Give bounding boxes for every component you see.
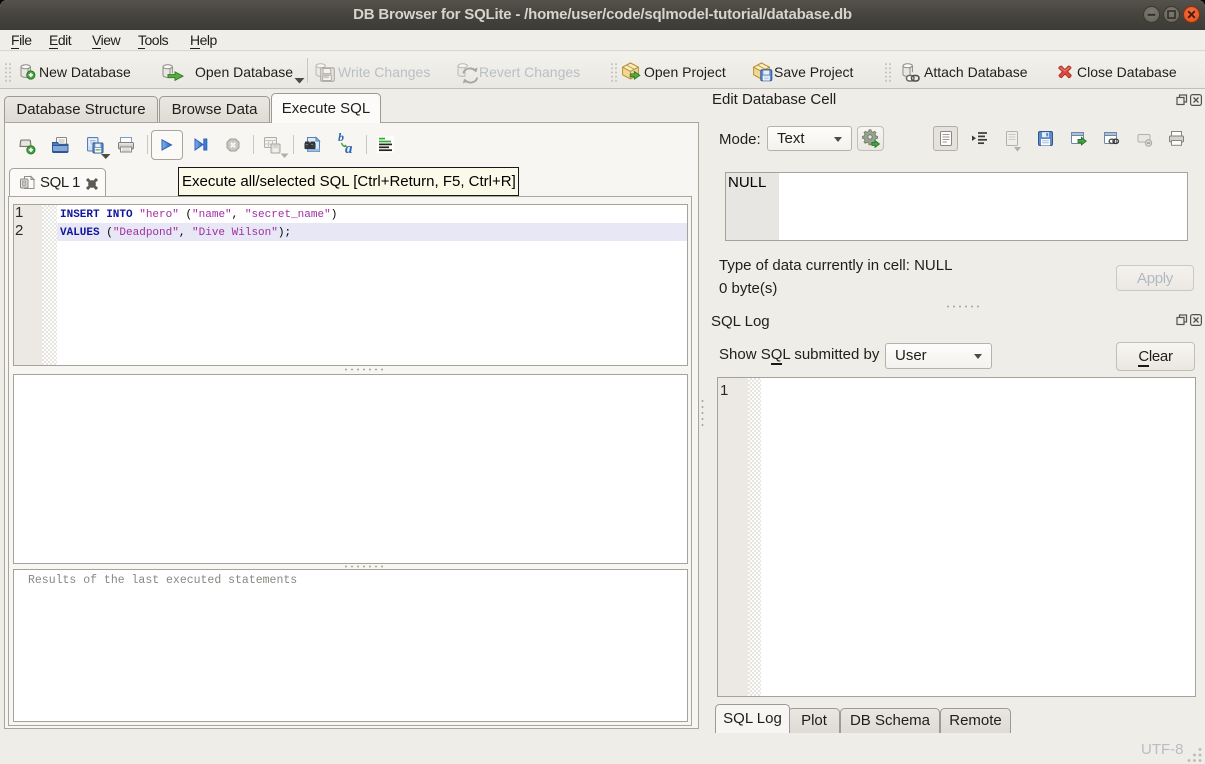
svg-text:a: a bbox=[345, 141, 353, 156]
svg-text:b: b bbox=[338, 130, 344, 144]
